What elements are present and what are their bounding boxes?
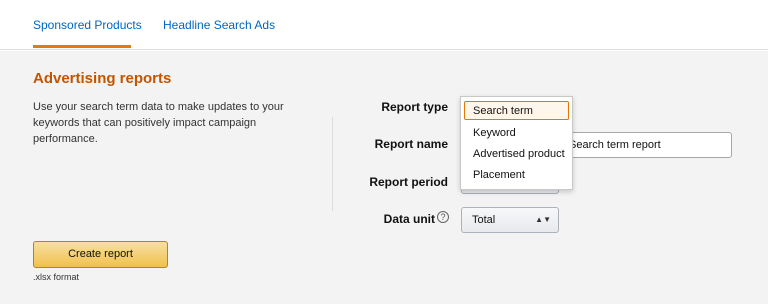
report-name-input[interactable]: Search term report xyxy=(560,132,732,158)
vertical-divider xyxy=(332,117,333,211)
advertising-reports-panel: Advertising reports Use your search term… xyxy=(0,51,768,304)
page-title: Advertising reports xyxy=(33,70,172,87)
create-report-button[interactable]: Create report xyxy=(33,241,168,268)
dropdown-option-placement[interactable]: Placement xyxy=(473,169,525,181)
report-type-dropdown[interactable]: Search term Keyword Advertised product P… xyxy=(460,96,573,190)
dropdown-option-keyword[interactable]: Keyword xyxy=(473,127,516,139)
data-unit-select[interactable]: Total ▲▼ xyxy=(461,207,559,233)
up-down-caret-icon: ▲▼ xyxy=(535,215,551,224)
report-tabs: Sponsored Products Headline Search Ads xyxy=(0,0,768,50)
help-icon[interactable]: ? xyxy=(437,211,449,223)
dropdown-option-advertised-product[interactable]: Advertised product xyxy=(473,148,565,160)
data-unit-value: Total xyxy=(472,214,496,226)
active-tab-indicator xyxy=(33,45,131,48)
report-description: Use your search term data to make update… xyxy=(33,101,284,145)
report-period-label: Report period xyxy=(369,175,448,189)
report-type-label: Report type xyxy=(381,100,448,114)
report-name-label: Report name xyxy=(374,137,448,151)
data-unit-label: Data unit xyxy=(383,212,435,226)
tab-sponsored-products[interactable]: Sponsored Products xyxy=(33,18,142,32)
tab-headline-search-ads[interactable]: Headline Search Ads xyxy=(163,18,275,32)
dropdown-option-search-term[interactable]: Search term xyxy=(473,105,533,117)
format-note: .xlsx format xyxy=(33,272,80,282)
